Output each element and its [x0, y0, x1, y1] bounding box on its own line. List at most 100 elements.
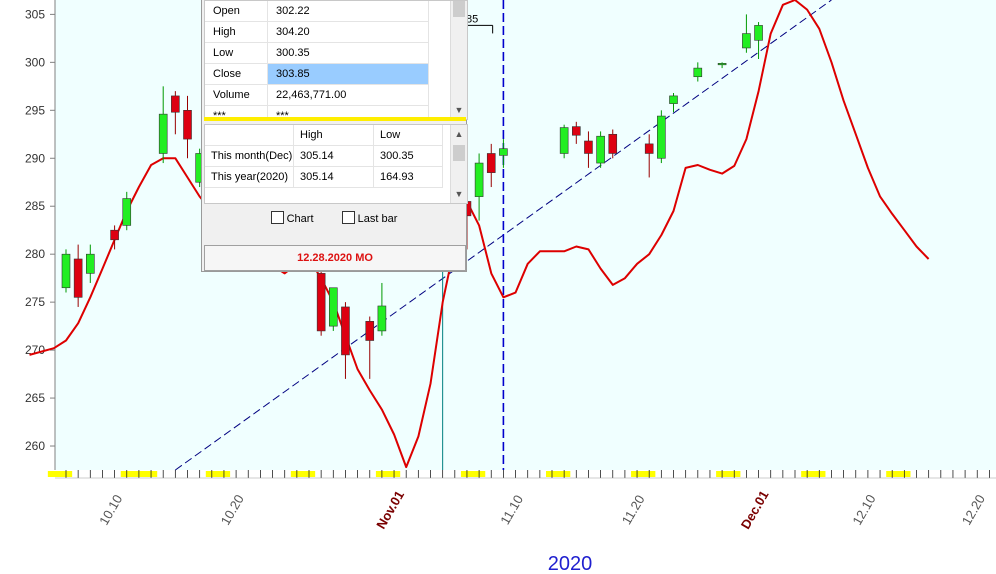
- row-value: 22,463,771.00: [267, 84, 429, 106]
- timeline-strip: [55, 470, 996, 478]
- y-tick-label: 275: [25, 295, 45, 309]
- checkbox-box-icon[interactable]: [341, 211, 355, 224]
- timeline-weekend-segment: [290, 471, 316, 477]
- data-window[interactable]: Open 302.22 High 304.20 Low 300.35 Close 303…: [201, 0, 468, 272]
- x-axis: 10.10 10.20 Nov.01 11.10 11.20 Dec.01 12.10 12.…: [96, 488, 988, 532]
- x-tick-label: 11.20: [619, 492, 648, 527]
- x-tick-label: Nov.01: [373, 488, 407, 532]
- date-display: 12.28.2020 MO: [204, 245, 466, 271]
- candle-up: [596, 135, 605, 164]
- row-label: This year(2020): [205, 166, 294, 188]
- ohlc-grid[interactable]: Open 302.22 High 304.20 Low 300.35 Close 303…: [204, 0, 468, 120]
- scroll-thumb[interactable]: [453, 1, 465, 17]
- candle-down: [365, 321, 375, 341]
- y-tick-label: 265: [25, 391, 45, 405]
- candle-down: [73, 258, 83, 298]
- chart-checkbox-label: Chart: [286, 213, 314, 225]
- candle-up: [754, 25, 763, 41]
- row-high: 305.14: [293, 166, 374, 188]
- timeline-weekend-segment: [716, 471, 741, 477]
- candle-down: [486, 153, 496, 173]
- ohlc-scrollbar[interactable]: ▼: [450, 1, 467, 119]
- candle-down: [644, 143, 654, 154]
- x-tick-label: 10.10: [96, 492, 125, 528]
- row-value: 304.20: [267, 21, 429, 43]
- year-label: 2020: [548, 553, 593, 574]
- scroll-down-icon[interactable]: ▼: [451, 103, 467, 117]
- timeline-axis: [47, 470, 996, 479]
- row-low: 300.35: [373, 145, 443, 167]
- high-low-table: High Low This month(Dec) 305.14 300.35 This…: [205, 125, 443, 188]
- row-label: Volume: [205, 84, 268, 106]
- candle-up: [377, 305, 387, 332]
- candle-up: [61, 253, 71, 289]
- x-tick-label: 10.20: [218, 492, 247, 528]
- candle-down: [110, 229, 119, 241]
- scroll-thumb[interactable]: [453, 145, 465, 161]
- y-tick-label: 305: [25, 7, 45, 21]
- y-tick-label: 260: [25, 439, 45, 453]
- ohlc-row-close[interactable]: Close 303.85: [205, 63, 429, 85]
- row-low: 164.93: [373, 166, 443, 188]
- candle-up: [499, 148, 508, 156]
- scroll-down-icon[interactable]: ▼: [451, 187, 467, 201]
- scroll-up-icon[interactable]: ▲: [451, 127, 467, 141]
- y-tick-label: 300: [25, 55, 45, 69]
- x-tick-label: Dec.01: [738, 488, 772, 532]
- row-high-selected: 305.14: [293, 145, 374, 167]
- panel-splitter[interactable]: [204, 117, 466, 121]
- timeline-weekend-segment: [460, 471, 486, 477]
- chart-checkbox[interactable]: Chart: [270, 211, 314, 225]
- candle-up: [474, 162, 484, 197]
- hl-row-year[interactable]: This year(2020) 305.14 164.93: [205, 166, 443, 188]
- row-label: High: [205, 21, 268, 43]
- hl-row-month[interactable]: This month(Dec) 305.14 300.35: [205, 145, 443, 167]
- price-chart[interactable]: 260 265 270 275 280 285 290 295 300 305 10.10 10.2…: [0, 0, 996, 574]
- high-low-grid[interactable]: High Low This month(Dec) 305.14 300.35 This…: [204, 124, 468, 204]
- plot-area: [55, 0, 996, 470]
- high-low-scrollbar[interactable]: ▲ ▼: [450, 125, 467, 203]
- last-bar-checkbox[interactable]: Last bar: [341, 211, 397, 225]
- y-tick-label: 270: [25, 343, 45, 357]
- x-tick-label: 12.20: [959, 492, 988, 528]
- candle-up: [742, 33, 751, 49]
- candle-up: [657, 115, 666, 159]
- timeline-weekend-segment: [47, 471, 73, 477]
- ohlc-row-high[interactable]: High 304.20: [205, 21, 429, 43]
- header-high: High: [293, 125, 374, 146]
- row-label: This month(Dec): [205, 145, 294, 167]
- y-axis: 260 265 270 275 280 285 290 295 300 305: [25, 7, 55, 453]
- header-low: Low: [373, 125, 443, 146]
- candle-down: [584, 140, 593, 154]
- ohlc-row-volume[interactable]: Volume 22,463,771.00: [205, 84, 429, 106]
- candle-down: [341, 306, 350, 356]
- x-tick-label: 11.10: [497, 492, 526, 527]
- candle-down: [171, 95, 180, 113]
- timeline-weekend-segment: [801, 471, 826, 477]
- row-value: 300.35: [267, 42, 429, 64]
- y-tick-label: 295: [25, 103, 45, 117]
- candle-up: [86, 253, 95, 274]
- x-tick-label: 12.10: [849, 492, 878, 528]
- y-tick-label: 285: [25, 199, 45, 213]
- timeline-weekend-segment: [205, 471, 231, 477]
- timeline-weekend-segment: [375, 471, 401, 477]
- checkbox-box-icon[interactable]: [270, 211, 284, 224]
- candle-down: [608, 133, 618, 154]
- row-label: Low: [205, 42, 268, 64]
- row-value-selected: 303.85: [267, 63, 429, 85]
- ohlc-table: Open 302.22 High 304.20 Low 300.35 Close 303…: [205, 1, 429, 119]
- row-value: 302.22: [267, 1, 429, 22]
- candle-up: [559, 127, 569, 154]
- candle-down: [183, 110, 192, 140]
- ohlc-row-open[interactable]: Open 302.22: [205, 1, 429, 22]
- timeline-weekend-segment: [631, 471, 656, 477]
- candle-up: [122, 198, 132, 226]
- timeline-weekend-segment: [546, 471, 571, 477]
- options-row: Chart Last bar: [202, 211, 466, 225]
- row-label: Open: [205, 1, 268, 22]
- y-tick-label: 290: [25, 151, 45, 165]
- ohlc-row-low[interactable]: Low 300.35: [205, 42, 429, 64]
- candle-down: [571, 126, 581, 136]
- header-blank: [205, 125, 294, 146]
